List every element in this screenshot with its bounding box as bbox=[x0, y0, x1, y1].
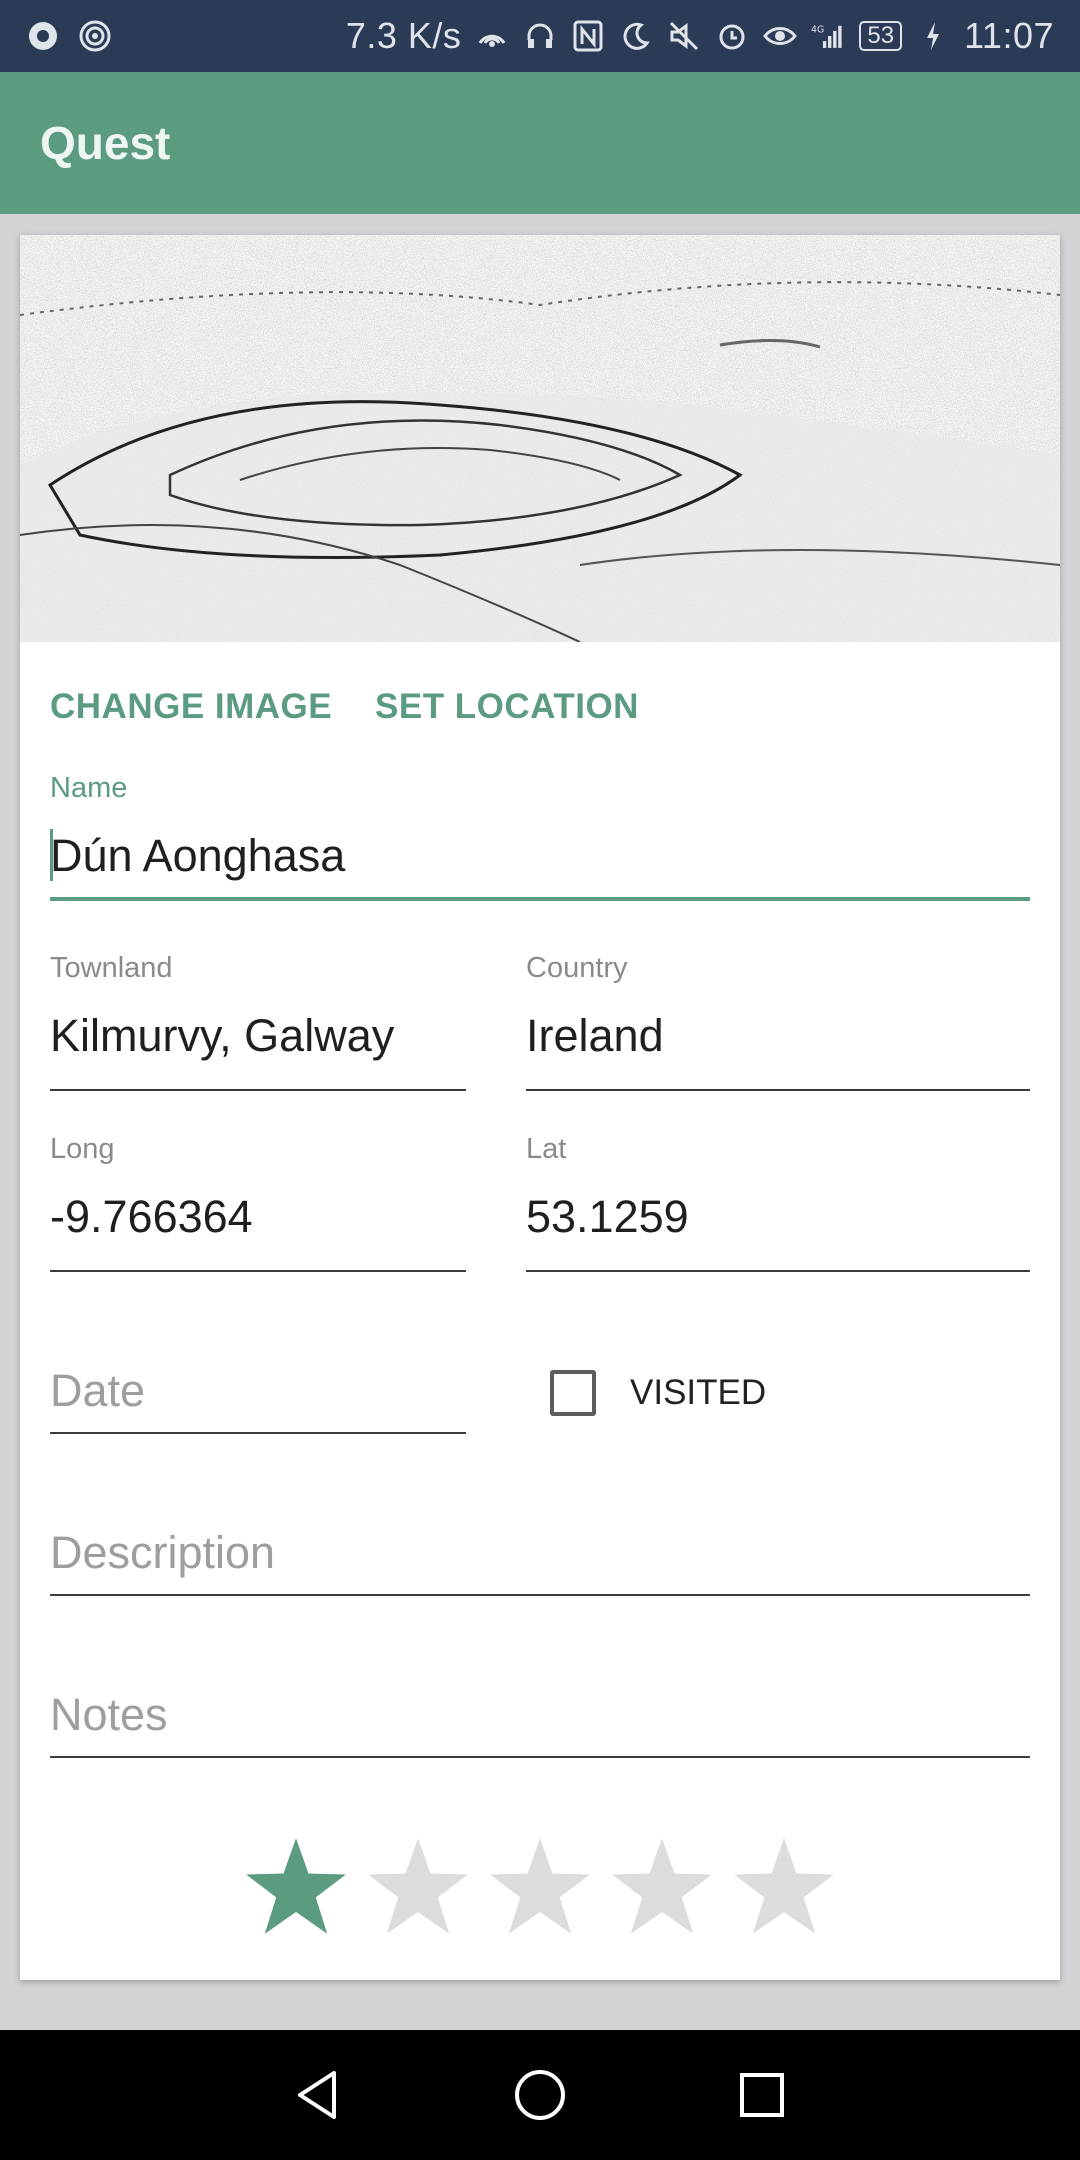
longitude-input[interactable]: -9.766364 bbox=[50, 1191, 253, 1243]
description-underline bbox=[50, 1594, 1030, 1596]
home-button[interactable] bbox=[504, 2059, 576, 2131]
townland-label: Townland bbox=[50, 952, 173, 984]
star-filled-icon[interactable] bbox=[244, 1835, 348, 1939]
recents-icon bbox=[740, 2073, 784, 2117]
home-icon bbox=[515, 2070, 565, 2120]
headset-icon bbox=[523, 19, 557, 53]
country-input[interactable]: Ireland bbox=[526, 1010, 664, 1062]
date-input[interactable]: Date bbox=[50, 1365, 145, 1417]
rating-bar[interactable] bbox=[20, 1835, 1060, 1939]
clock: 11:07 bbox=[964, 15, 1054, 56]
longitude-field[interactable]: Long -9.766364 bbox=[50, 1133, 466, 1273]
country-label: Country bbox=[526, 952, 628, 984]
back-icon bbox=[298, 2071, 336, 2119]
mute-icon bbox=[667, 19, 701, 53]
townland-input[interactable]: Kilmurvy, Galway bbox=[50, 1010, 394, 1062]
wifi-hotspot-icon bbox=[475, 19, 509, 53]
townland-underline bbox=[50, 1089, 466, 1091]
app-bar: Quest bbox=[0, 72, 1080, 214]
star-empty-icon[interactable] bbox=[610, 1835, 714, 1939]
notes-field[interactable]: Notes bbox=[50, 1689, 1030, 1759]
battery-icon: 53 bbox=[859, 21, 903, 51]
star-empty-icon[interactable] bbox=[732, 1835, 836, 1939]
country-underline bbox=[526, 1089, 1030, 1091]
navigation-bar bbox=[0, 2030, 1080, 2160]
landscape-sketch-image bbox=[20, 235, 1060, 642]
description-field[interactable]: Description bbox=[50, 1527, 1030, 1597]
latitude-label: Lat bbox=[526, 1133, 567, 1165]
name-label: Name bbox=[50, 772, 128, 804]
charging-icon bbox=[916, 19, 950, 53]
townland-field[interactable]: Townland Kilmurvy, Galway bbox=[50, 952, 466, 1092]
name-input[interactable]: Dún Aonghasa bbox=[50, 830, 345, 882]
do-not-disturb-moon-icon bbox=[619, 19, 653, 53]
latitude-input[interactable]: 53.1259 bbox=[526, 1191, 689, 1243]
alarm-icon bbox=[715, 19, 749, 53]
change-image-button[interactable]: CHANGE IMAGE bbox=[50, 687, 332, 727]
eye-comfort-icon bbox=[763, 19, 798, 53]
visited-checkbox[interactable] bbox=[550, 1370, 596, 1416]
name-field[interactable]: Name Dún Aonghasa bbox=[50, 772, 1030, 901]
notes-underline bbox=[50, 1756, 1030, 1758]
name-underline bbox=[50, 897, 1030, 901]
longitude-label: Long bbox=[50, 1133, 115, 1165]
notes-input[interactable]: Notes bbox=[50, 1689, 168, 1741]
record-icon bbox=[26, 19, 60, 53]
quest-card: CHANGE IMAGE SET LOCATION Name Dún Aongh… bbox=[20, 235, 1060, 1980]
recents-button[interactable] bbox=[726, 2059, 798, 2131]
star-empty-icon[interactable] bbox=[366, 1835, 470, 1939]
cellular-signal-icon: 4G bbox=[811, 19, 845, 53]
status-bar: 7.3 K/s 4G 53 11:07 bbox=[0, 0, 1080, 72]
latitude-field[interactable]: Lat 53.1259 bbox=[526, 1133, 1030, 1273]
description-input[interactable]: Description bbox=[50, 1527, 275, 1579]
star-empty-icon[interactable] bbox=[488, 1835, 592, 1939]
latitude-underline bbox=[526, 1270, 1030, 1272]
longitude-underline bbox=[50, 1270, 466, 1272]
nfc-icon bbox=[571, 19, 605, 53]
back-button[interactable] bbox=[282, 2059, 354, 2131]
battery-level: 53 bbox=[867, 22, 895, 49]
set-location-button[interactable]: SET LOCATION bbox=[375, 687, 639, 727]
svg-text:4G: 4G bbox=[811, 25, 824, 36]
network-speed: 7.3 K/s bbox=[345, 15, 462, 56]
country-field[interactable]: Country Ireland bbox=[526, 952, 1030, 1092]
hotspot-icon bbox=[78, 19, 112, 53]
date-field[interactable]: Date bbox=[50, 1365, 466, 1435]
visited-label[interactable]: VISITED bbox=[630, 1373, 766, 1413]
date-underline bbox=[50, 1432, 466, 1434]
app-title: Quest bbox=[40, 117, 171, 169]
